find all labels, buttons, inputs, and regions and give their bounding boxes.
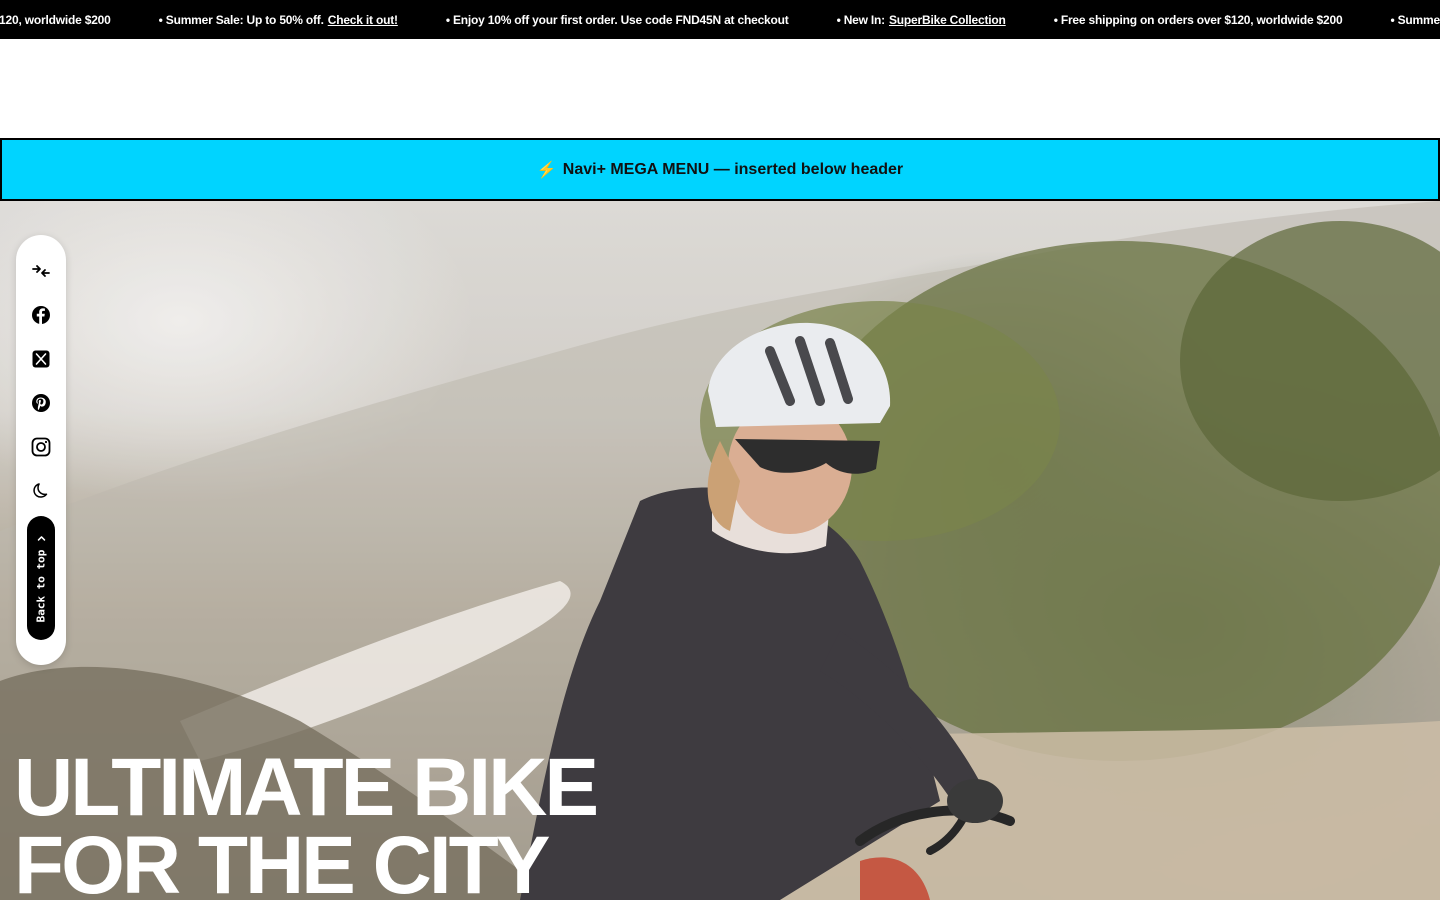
compare-arrows-icon[interactable] [29, 259, 53, 283]
hero-section: ULTIMATE BIKE FOR THE CITY [0, 201, 1440, 900]
mega-menu-banner-text: Navi+ MEGA MENU — inserted below header [562, 160, 904, 178]
hero-title-line-1: ULTIMATE BIKE [14, 742, 599, 833]
site-header [0, 39, 1440, 138]
announcement-text: • Summer Sale: Up to 50% off. [158, 12, 324, 27]
announcement-text: • New In: [836, 12, 886, 27]
announcement-text: • Summer Sale: Up to [1390, 12, 1440, 27]
announcement-marquee: ver $120, worldwide $200 • Summer Sale: … [0, 0, 1440, 39]
x-twitter-icon[interactable] [29, 347, 53, 371]
announcement-text: ver $120, worldwide $200 [0, 12, 111, 27]
chevron-up-icon [37, 536, 45, 541]
floating-social-rail: Back to top [16, 235, 66, 665]
announcement-item: • Free shipping on orders over $120, wor… [1054, 13, 1343, 27]
lightning-icon: ⚡ [536, 161, 557, 179]
back-to-top-label: Back to top [34, 549, 48, 623]
hero-title-line-2: FOR THE CITY [14, 820, 550, 900]
mega-menu-banner[interactable]: ⚡ Navi+ MEGA MENU — inserted below heade… [0, 138, 1440, 201]
check-it-out-link[interactable]: Check it out! [328, 13, 398, 27]
pinterest-icon[interactable] [29, 391, 53, 415]
announcement-text: • Enjoy 10% off your first order. Use co… [445, 12, 789, 27]
announcement-bar: ver $120, worldwide $200 • Summer Sale: … [0, 0, 1440, 39]
hero-title: ULTIMATE BIKE FOR THE CITY [14, 742, 599, 900]
superbike-collection-link[interactable]: SuperBike Collection [889, 13, 1006, 27]
back-to-top-content: Back to top [34, 534, 48, 623]
announcement-item: • Enjoy 10% off your first order. Use co… [446, 13, 789, 27]
dark-mode-moon-icon[interactable] [29, 479, 53, 503]
facebook-icon[interactable] [29, 303, 53, 327]
announcement-item: • New In: SuperBike Collection [837, 13, 1006, 27]
back-to-top-button[interactable]: Back to top [27, 516, 55, 640]
announcement-item: • Summer Sale: Up to 50% off. Check it o… [159, 13, 398, 27]
announcement-item: • Summer Sale: Up to [1390, 13, 1440, 27]
announcement-text: • Free shipping on orders over $120, wor… [1053, 12, 1343, 27]
instagram-icon[interactable] [29, 435, 53, 459]
announcement-item: ver $120, worldwide $200 [0, 13, 111, 27]
